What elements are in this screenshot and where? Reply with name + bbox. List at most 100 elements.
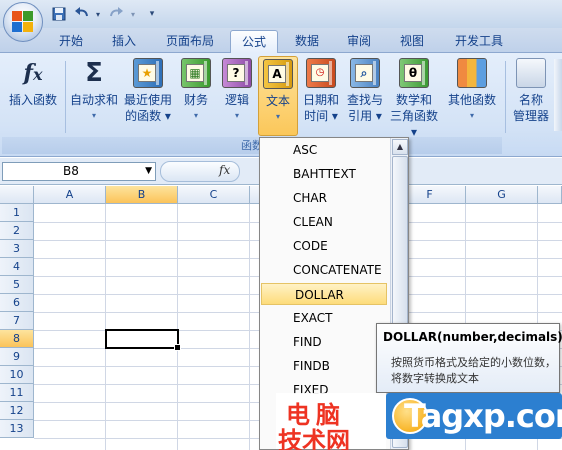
date-time-label-2: 时间 ▾ bbox=[304, 109, 338, 123]
text-book-icon: A bbox=[263, 59, 293, 89]
row-header[interactable]: 10 bbox=[0, 366, 34, 384]
name-manager-label-2: 管理器 bbox=[512, 109, 549, 123]
tab-page-layout[interactable]: 页面布局 bbox=[157, 30, 223, 53]
column-header[interactable]: C bbox=[178, 186, 250, 204]
tab-view[interactable]: 视图 bbox=[391, 30, 433, 53]
lookup-reference-button[interactable]: ⌕ 查找与 引用 ▾ bbox=[343, 56, 387, 134]
tab-data[interactable]: 数据 bbox=[286, 30, 328, 53]
ribbon-overflow-edge bbox=[554, 59, 562, 131]
recent-functions-label: 最近使用 bbox=[123, 93, 172, 107]
tab-review[interactable]: 审阅 bbox=[338, 30, 380, 53]
logical-dropdown-icon: ▾ bbox=[234, 111, 239, 120]
tab-insert[interactable]: 插入 bbox=[103, 30, 145, 53]
name-manager-label: 名称 bbox=[518, 93, 543, 107]
column-header[interactable]: G bbox=[466, 186, 538, 204]
menu-item-exact[interactable]: EXACT bbox=[260, 307, 388, 329]
tab-home[interactable]: 开始 bbox=[50, 30, 92, 53]
insert-function-button[interactable]: fx 插入函数 bbox=[4, 56, 62, 134]
lookup-reference-label: 查找与 bbox=[346, 93, 383, 107]
select-all-corner[interactable] bbox=[0, 186, 34, 204]
recent-functions-label-2: 的函数 ▾ bbox=[125, 109, 171, 123]
autosum-dropdown-icon: ▾ bbox=[91, 111, 96, 120]
row-header[interactable]: 1 bbox=[0, 204, 34, 222]
row-header[interactable]: 8 bbox=[0, 330, 34, 348]
row-header[interactable]: 11 bbox=[0, 384, 34, 402]
sigma-icon: Σ bbox=[85, 58, 103, 88]
logical-label: 逻辑 bbox=[224, 93, 249, 107]
insert-function-label: 插入函数 bbox=[8, 93, 57, 107]
ribbon-separator bbox=[65, 61, 66, 133]
menu-item-concatenate[interactable]: CONCATENATE bbox=[260, 259, 388, 281]
menu-item-find[interactable]: FIND bbox=[260, 331, 388, 353]
function-tooltip: DOLLAR(number,decimals) 按照货币格式及给定的小数位数，将… bbox=[376, 323, 562, 393]
row-header[interactable]: 6 bbox=[0, 294, 34, 312]
autosum-label: 自动求和 bbox=[69, 93, 118, 107]
math-trig-button[interactable]: θ 数学和 三角函数 ▾ bbox=[386, 56, 442, 139]
autosum-button[interactable]: Σ 自动求和 ▾ bbox=[68, 56, 120, 134]
date-time-button[interactable]: ◷ 日期和 时间 ▾ bbox=[300, 56, 342, 134]
redo-dropdown-icon[interactable]: ▾ bbox=[128, 5, 138, 23]
more-functions-dropdown-icon: ▾ bbox=[469, 111, 474, 120]
name-box-value: B8 bbox=[63, 164, 79, 178]
lookup-reference-label-2: 引用 ▾ bbox=[348, 109, 382, 123]
text-functions-label: 文本 bbox=[265, 94, 290, 108]
watermark-line-2: 技术网 bbox=[278, 427, 350, 450]
menu-item-dollar[interactable]: DOLLAR bbox=[261, 283, 387, 305]
name-manager-icon bbox=[516, 58, 546, 88]
tooltip-description: 按照货币格式及给定的小数位数，将数字转换成文本 bbox=[391, 356, 556, 385]
active-cell-b8[interactable] bbox=[105, 329, 181, 351]
text-functions-dropdown-icon: ▾ bbox=[275, 112, 280, 121]
formula-controls: fx bbox=[160, 161, 240, 182]
tooltip-title: DOLLAR(number,decimals) bbox=[383, 330, 562, 344]
logical-book-icon: ? bbox=[222, 58, 252, 88]
ribbon-tabs: 开始 插入 页面布局 公式 数据 审阅 视图 开发工具 bbox=[0, 28, 562, 53]
undo-dropdown-icon[interactable]: ▾ bbox=[93, 5, 103, 23]
tab-formulas[interactable]: 公式 bbox=[230, 30, 278, 53]
more-functions-button[interactable]: 其他函数 ▾ bbox=[444, 56, 500, 134]
save-icon[interactable] bbox=[50, 5, 68, 23]
recent-functions-button[interactable]: ★ 最近使用 的函数 ▾ bbox=[121, 56, 175, 134]
more-book-icon bbox=[457, 58, 487, 88]
undo-icon[interactable] bbox=[72, 5, 92, 23]
insert-function-fx-icon[interactable]: fx bbox=[219, 163, 230, 177]
menu-item-bahttext[interactable]: BAHTTEXT bbox=[260, 163, 388, 185]
row-header[interactable]: 2 bbox=[0, 222, 34, 240]
title-bar: ▾ ▾ ▾ bbox=[0, 0, 562, 28]
name-box-dropdown-icon[interactable]: ▼ bbox=[145, 163, 152, 180]
gridline bbox=[177, 204, 178, 450]
office-button[interactable] bbox=[3, 2, 43, 42]
watermark-site-text: Tagxp.com bbox=[404, 397, 562, 435]
financial-button[interactable]: ▦ 财务 ▾ bbox=[177, 56, 215, 134]
fx-icon: fx bbox=[23, 60, 43, 86]
math-book-icon: θ bbox=[399, 58, 429, 88]
redo-icon[interactable] bbox=[106, 5, 126, 23]
menu-item-code[interactable]: CODE bbox=[260, 235, 388, 257]
column-header[interactable]: A bbox=[34, 186, 106, 204]
menu-item-clean[interactable]: CLEAN bbox=[260, 211, 388, 233]
menu-item-asc[interactable]: ASC bbox=[260, 139, 388, 161]
financial-book-icon: ▦ bbox=[181, 58, 211, 88]
row-header[interactable]: 12 bbox=[0, 402, 34, 420]
text-functions-button[interactable]: A 文本 ▾ bbox=[258, 56, 298, 136]
row-header[interactable]: 9 bbox=[0, 348, 34, 366]
name-manager-button[interactable]: 名称 管理器 bbox=[508, 56, 554, 134]
gridline bbox=[105, 204, 106, 450]
financial-dropdown-icon: ▾ bbox=[193, 111, 198, 120]
logical-button[interactable]: ? 逻辑 ▾ bbox=[218, 56, 256, 134]
row-header[interactable]: 3 bbox=[0, 240, 34, 258]
row-header[interactable]: 4 bbox=[0, 258, 34, 276]
date-time-label: 日期和 bbox=[302, 93, 339, 107]
row-header[interactable]: 13 bbox=[0, 420, 34, 438]
qat-dropdown-icon[interactable]: ▾ bbox=[146, 5, 158, 23]
row-header[interactable]: 5 bbox=[0, 276, 34, 294]
function-library-group-label: 函数 bbox=[2, 137, 502, 154]
financial-label: 财务 bbox=[183, 93, 208, 107]
scroll-up-arrow-icon[interactable]: ▲ bbox=[392, 139, 408, 155]
name-box[interactable]: B8 ▼ bbox=[2, 162, 156, 181]
gridline bbox=[249, 204, 250, 450]
row-header[interactable]: 7 bbox=[0, 312, 34, 330]
menu-item-findb[interactable]: FINDB bbox=[260, 355, 388, 377]
tab-developer[interactable]: 开发工具 bbox=[446, 30, 512, 53]
column-header[interactable]: B bbox=[106, 186, 178, 204]
menu-item-char[interactable]: CHAR bbox=[260, 187, 388, 209]
